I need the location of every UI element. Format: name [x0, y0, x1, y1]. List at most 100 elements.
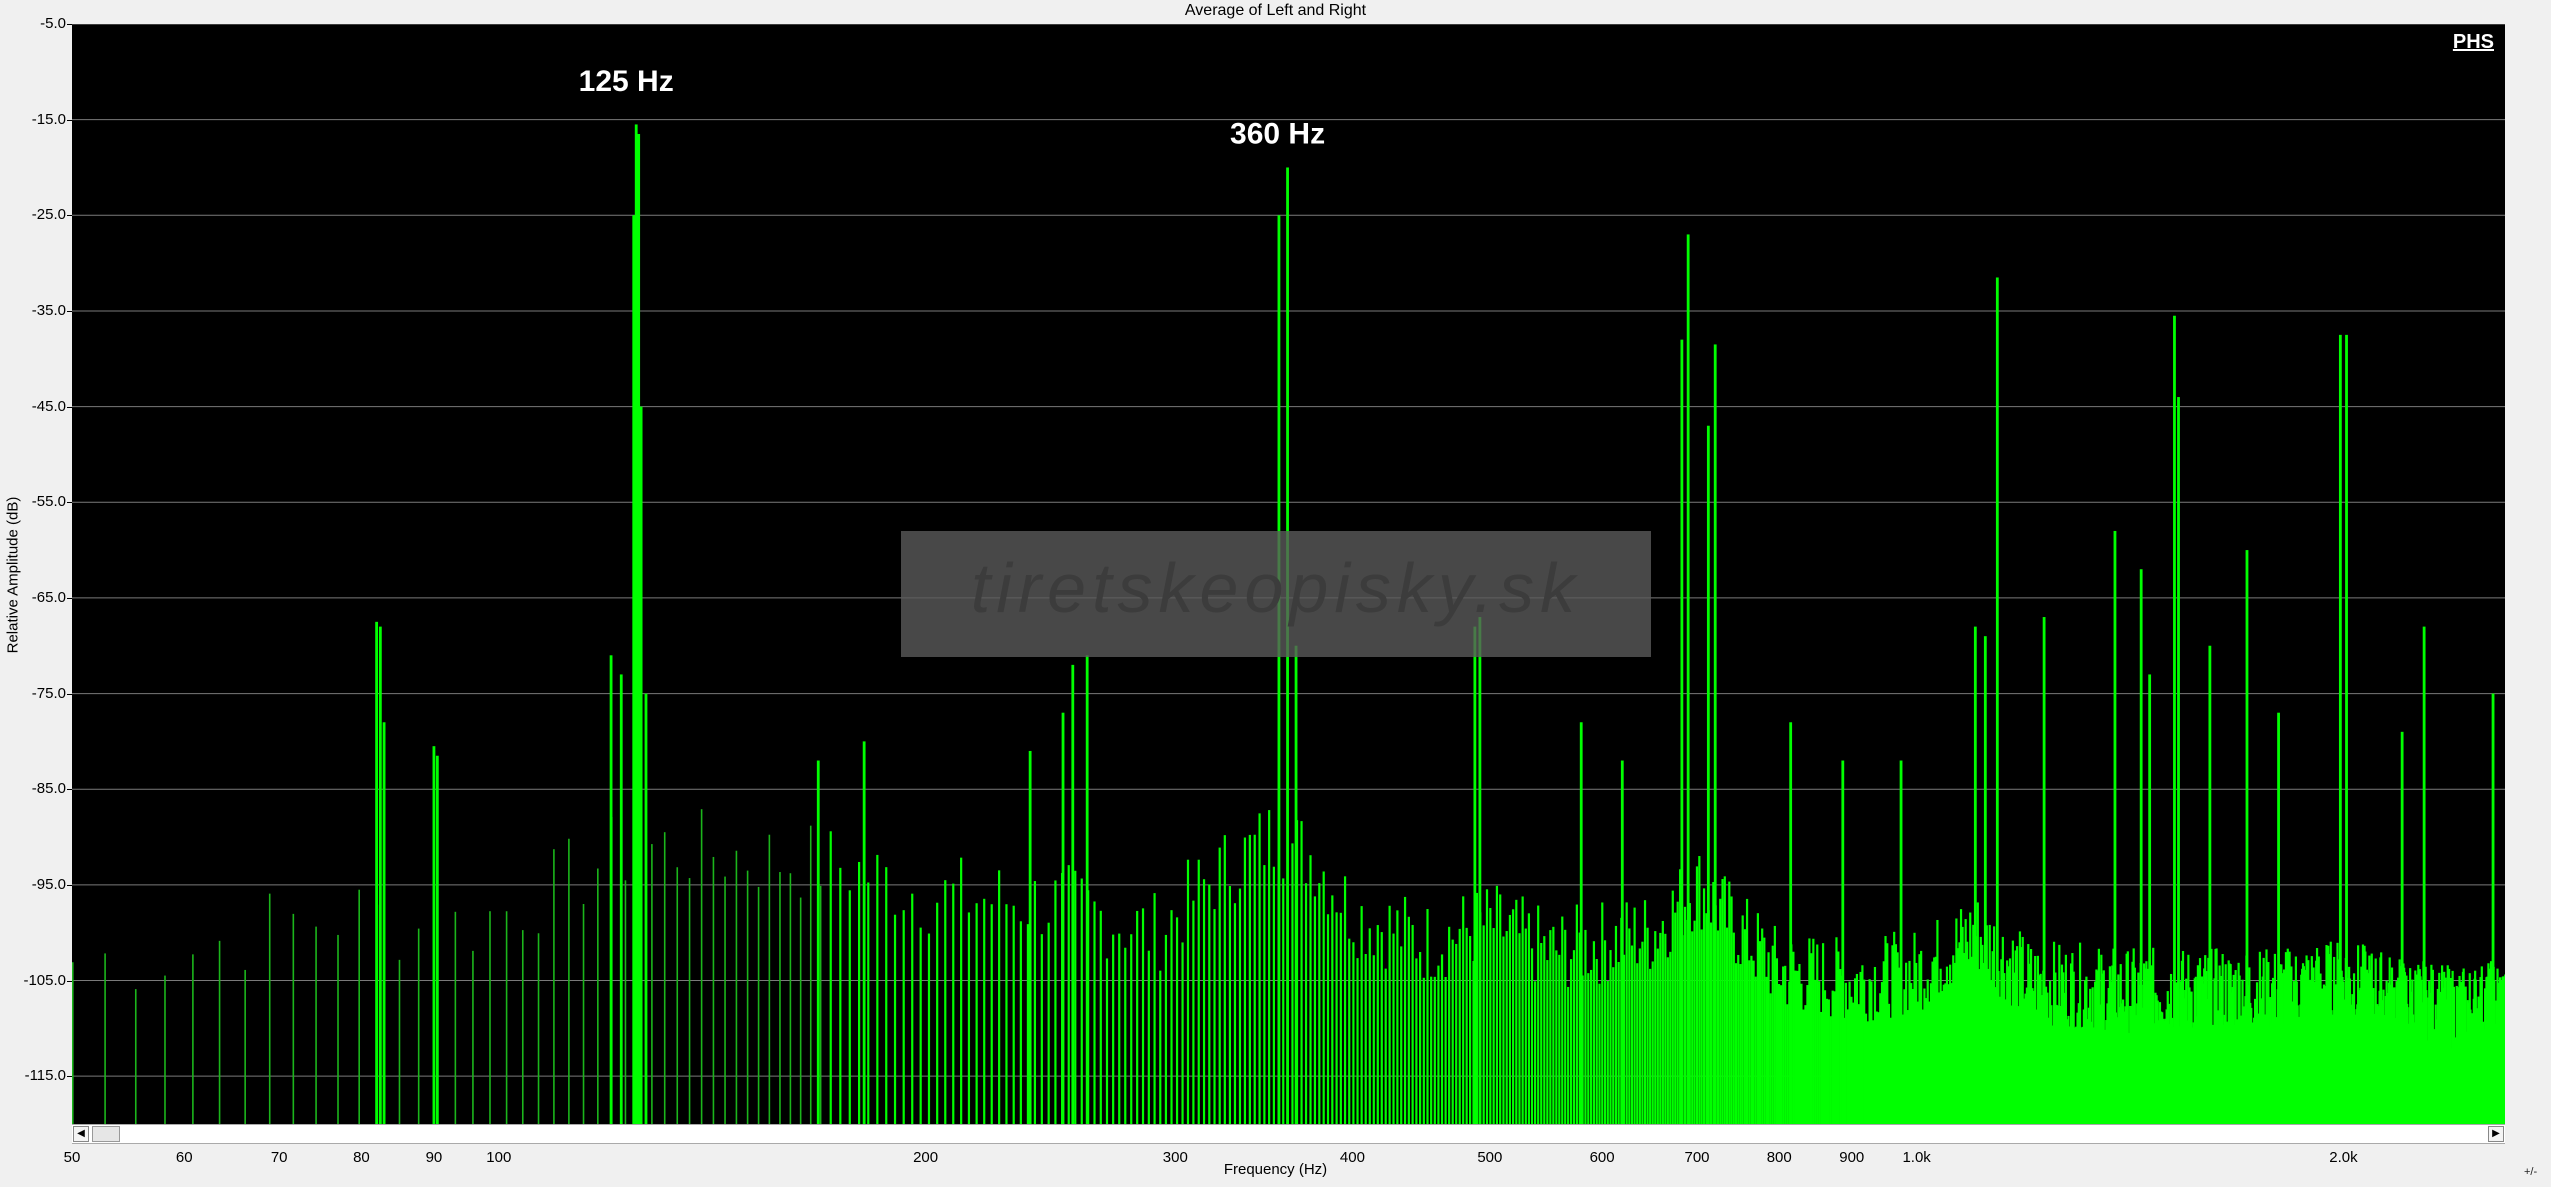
spectrum-bar — [164, 975, 166, 1124]
y-tick-label: -95.0 — [31, 875, 66, 893]
chevron-left-icon[interactable]: ◀ — [73, 1126, 89, 1142]
spectrum-bar — [1124, 947, 1127, 1124]
spectrum-bar — [1641, 941, 1644, 1124]
peak-mark — [1478, 617, 1482, 1124]
spectrum-bar — [1829, 1016, 1832, 1124]
spectrum-bar — [1598, 983, 1601, 1124]
spectrum-bar — [1782, 966, 1785, 1124]
spectrum-bar — [936, 902, 939, 1124]
spectrum-bar — [1192, 900, 1195, 1124]
peak-mark — [609, 655, 613, 1124]
spectrum-bar — [1839, 969, 1842, 1124]
peak-mark — [1473, 626, 1477, 1124]
spectrum-bar — [1734, 963, 1738, 1124]
spectrum-bar — [724, 876, 726, 1124]
spectrum-bar — [1728, 881, 1731, 1124]
spectrum-bar — [1572, 950, 1576, 1124]
watermark-text: tiretskeopisky.sk — [971, 549, 1581, 627]
spectrum-bar — [1263, 865, 1266, 1124]
peak-mark — [862, 741, 866, 1124]
spectrum-bar — [1628, 928, 1631, 1124]
spectrum-bar — [700, 809, 703, 1124]
spectrum-bar — [1093, 901, 1096, 1124]
spectrum-bar — [735, 850, 738, 1124]
horizontal-scrollbar[interactable]: ◀ ▶ — [72, 1124, 2505, 1144]
spectrum-bar — [1437, 965, 1440, 1124]
spectrum-bar — [1388, 905, 1391, 1124]
spectrum-bar — [1462, 896, 1465, 1124]
y-tick-mark — [67, 597, 72, 599]
spectrum-bar — [1508, 914, 1512, 1124]
spectrum-bar — [1248, 834, 1251, 1124]
spectrum-bar — [1430, 976, 1433, 1124]
spectrum-bar — [1047, 922, 1050, 1124]
zoom-control[interactable]: +/- — [2524, 1166, 2537, 1178]
spectrum-bar — [1147, 950, 1150, 1124]
spectrum-bar — [1426, 909, 1429, 1124]
spectrum-bar — [244, 969, 246, 1124]
spectrum-plot[interactable]: tiretskeopisky.sk 125 Hz 360 Hz PHS — [72, 24, 2505, 1124]
x-axis-title: Frequency (Hz) — [1223, 1161, 1328, 1178]
app-window: Average of Left and Right tiretskeopisky… — [0, 0, 2551, 1187]
spectrum-bar — [998, 870, 1001, 1124]
spectrum-bar — [1518, 933, 1521, 1124]
spectrum-bar — [1719, 898, 1722, 1124]
spectrum-bar — [1716, 930, 1720, 1124]
y-tick-mark — [67, 310, 72, 312]
y-tick-mark — [67, 502, 72, 504]
spectrum-bar — [568, 838, 570, 1124]
brand-badge: PHS — [2453, 31, 2494, 53]
spectrum-bar — [1823, 990, 1827, 1124]
spectrum-bar — [990, 904, 993, 1124]
spectrum-bar — [1396, 910, 1399, 1124]
spectrum-bar — [1669, 951, 1672, 1124]
spectrum-bar — [134, 989, 137, 1124]
spectrum-bar — [1213, 909, 1216, 1124]
spectrum-bar — [1309, 855, 1312, 1124]
spectrum-bar — [1804, 1005, 1807, 1124]
spectrum-bar — [927, 933, 931, 1124]
spectrum-bar — [292, 913, 295, 1124]
spectrum-bar — [1433, 976, 1436, 1124]
chevron-right-icon[interactable]: ▶ — [2488, 1126, 2504, 1142]
peak-mark — [1841, 760, 1845, 1124]
spectrum-bar — [663, 832, 666, 1124]
y-tick-mark — [67, 119, 72, 121]
spectrum-bar — [1636, 963, 1639, 1124]
spectrum-bar — [1614, 925, 1618, 1124]
spectrum-bar — [1300, 821, 1303, 1124]
spectrum-bar — [1752, 960, 1755, 1124]
spectrum-bar — [858, 861, 861, 1124]
spectrum-bar — [676, 867, 679, 1124]
peak-mark — [2277, 712, 2280, 1124]
spectrum-bar — [1380, 932, 1383, 1124]
spectrum-bar — [848, 890, 851, 1124]
spectrum-bar — [315, 926, 317, 1124]
spectrum-bar — [1666, 957, 1669, 1124]
peak-mark — [1680, 339, 1684, 1124]
spectrum-bar — [757, 886, 760, 1124]
spectrum-bar — [839, 867, 842, 1124]
spectrum-bar — [1485, 889, 1489, 1124]
spectrum-bar — [582, 904, 585, 1124]
peak-mark — [644, 693, 648, 1124]
spectrum-bar — [919, 927, 922, 1124]
spectrum-bar — [1754, 976, 1757, 1124]
spectrum-bar — [1112, 934, 1115, 1124]
spectrum-bar — [1440, 954, 1444, 1124]
spectrum-bar — [1040, 934, 1043, 1124]
spectrum-bar — [1080, 878, 1083, 1124]
spectrum-bar — [553, 849, 555, 1124]
y-tick-label: -15.0 — [31, 110, 66, 128]
spectrum-bar — [746, 870, 749, 1124]
spectrum-bar — [1099, 910, 1102, 1124]
spectrum-bar — [1654, 931, 1657, 1124]
y-tick-label: -115.0 — [24, 1067, 66, 1085]
spectrum-bar — [1318, 883, 1321, 1124]
spectrum-bar — [1837, 951, 1840, 1124]
y-tick-mark — [67, 406, 72, 408]
spectrum-bar — [1659, 932, 1662, 1124]
spectrum-bar — [1606, 981, 1609, 1124]
scrollbar-thumb[interactable] — [92, 1126, 120, 1142]
spectrum-bar — [1444, 976, 1447, 1124]
